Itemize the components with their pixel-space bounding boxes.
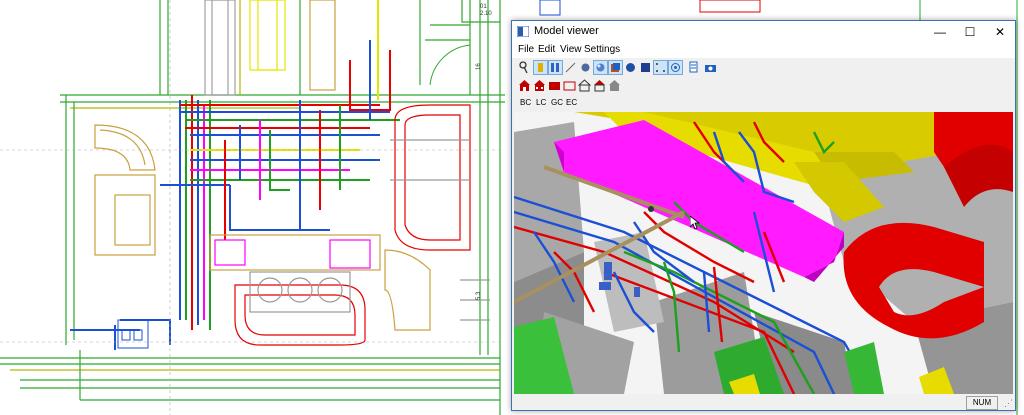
cube-icon[interactable]	[608, 60, 623, 75]
points-icon[interactable]	[653, 60, 668, 75]
maximize-button[interactable]: ☐	[955, 21, 985, 43]
filter-gc[interactable]: GC	[551, 98, 563, 107]
menu-edit[interactable]: Edit	[538, 44, 555, 55]
house-red-2-icon[interactable]	[533, 79, 546, 92]
house-outline-icon[interactable]	[578, 79, 591, 92]
toolbar-categories: BC LC GC EC	[512, 95, 1015, 112]
minimize-button[interactable]: —	[925, 21, 955, 43]
sphere-icon[interactable]	[579, 61, 592, 74]
box-outline-icon[interactable]	[563, 79, 576, 92]
num-lock-indicator: NUM	[966, 396, 998, 410]
key-icon[interactable]	[518, 61, 531, 74]
title-bar[interactable]: Model viewer — ☐ ✕	[512, 21, 1015, 43]
bars-icon[interactable]	[548, 60, 563, 75]
mouse-cursor-icon	[690, 216, 700, 230]
3d-viewport[interactable]	[514, 112, 1013, 394]
toolbar-view	[512, 58, 1015, 77]
box-red-icon[interactable]	[548, 79, 561, 92]
menu-view[interactable]: View	[560, 44, 582, 55]
camera-icon[interactable]	[704, 61, 717, 74]
shaded-sphere-icon[interactable]	[593, 60, 608, 75]
house-mixed-icon[interactable]	[593, 79, 606, 92]
menu-settings[interactable]: Settings	[584, 44, 620, 55]
app-icon	[517, 26, 529, 37]
window-title: Model viewer	[534, 25, 599, 37]
light-icon[interactable]	[533, 60, 548, 75]
filter-bc[interactable]: BC	[520, 98, 531, 107]
3d-model-render	[514, 112, 1013, 394]
menu-bar: File Edit View Settings	[512, 43, 1015, 58]
solid-box-icon[interactable]	[639, 61, 652, 74]
filter-ec[interactable]: EC	[566, 98, 577, 107]
close-button[interactable]: ✕	[985, 21, 1015, 43]
house-gray-icon[interactable]	[608, 79, 621, 92]
cad-label-2: 2.10	[480, 11, 492, 17]
house-red-icon[interactable]	[518, 79, 531, 92]
model-viewer-window: Model viewer — ☐ ✕ File Edit View Settin…	[511, 20, 1016, 411]
solid-sphere-icon[interactable]	[624, 61, 637, 74]
cad-label-4: 5.3	[476, 291, 482, 300]
cad-label-1: 01	[480, 4, 487, 10]
line-icon[interactable]	[564, 61, 577, 74]
cad-label-3: 16	[476, 63, 482, 70]
document-icon[interactable]	[687, 61, 700, 74]
status-bar: NUM ⋰	[512, 395, 1015, 410]
resize-grip-icon[interactable]: ⋰	[1004, 398, 1013, 409]
toolbar-layers	[512, 77, 1015, 95]
filter-lc[interactable]: LC	[536, 98, 546, 107]
target-icon[interactable]	[668, 60, 683, 75]
menu-file[interactable]: File	[518, 44, 534, 55]
